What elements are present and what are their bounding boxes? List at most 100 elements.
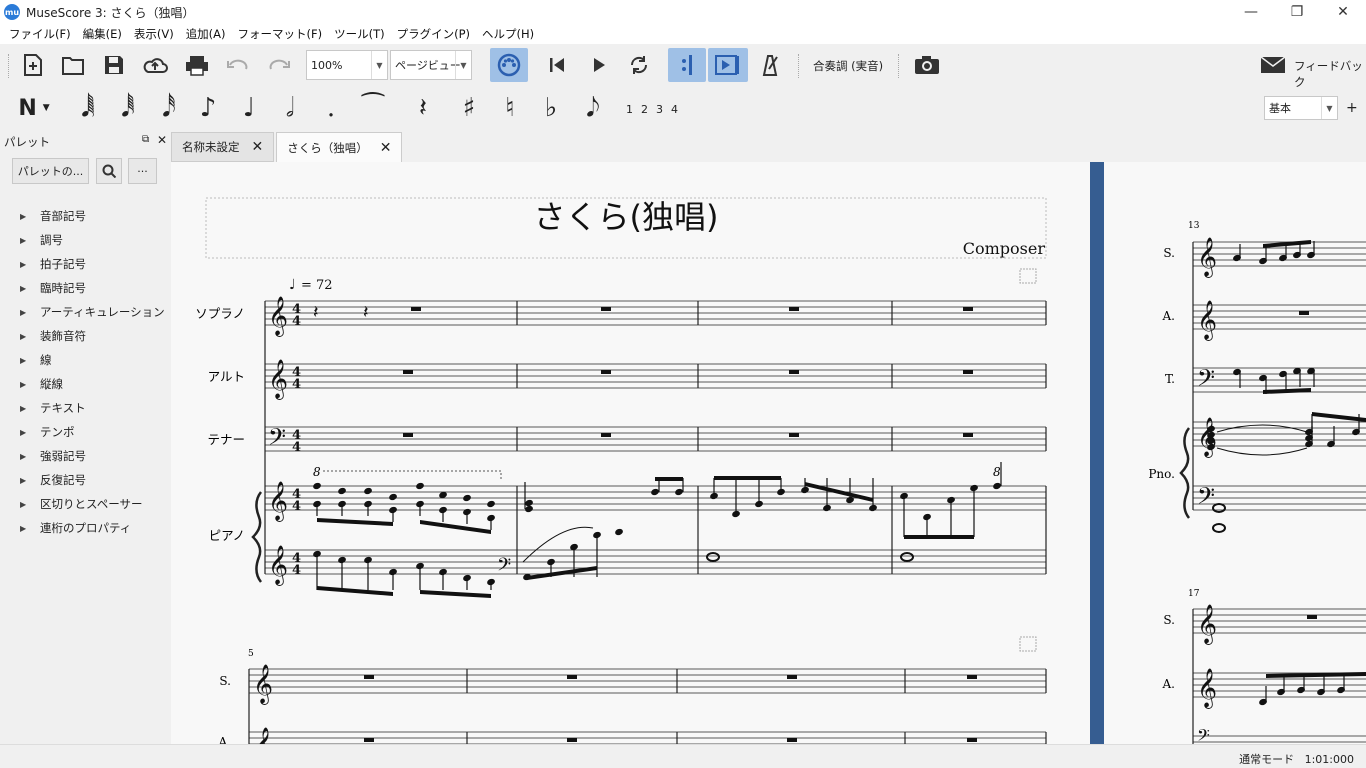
instrument-soprano[interactable]: ソプラノ: [195, 306, 245, 321]
instrument-piano[interactable]: ピアノ: [209, 528, 245, 543]
menu-edit[interactable]: 編集(E): [77, 26, 128, 42]
note-input-mode-icon[interactable]: N ▼: [16, 88, 52, 128]
short-name-a[interactable]: A.: [218, 735, 231, 744]
play-icon[interactable]: [582, 48, 616, 82]
close-button[interactable]: ✕: [1320, 0, 1366, 24]
voice-4-button[interactable]: 4: [671, 103, 686, 116]
quarter-note-icon[interactable]: ♩: [231, 88, 267, 128]
menu-help[interactable]: ヘルプ(H): [476, 26, 540, 42]
quarter-rest: 𝄽: [363, 302, 369, 323]
palette-item[interactable]: ▶ 連桁のプロパティ: [20, 516, 165, 540]
maximize-button[interactable]: ❐: [1274, 0, 1320, 24]
score-view[interactable]: さくら(独唱) Composer ♩ = 72 ソプラノ アルト テナー ピアノ…: [171, 162, 1366, 744]
eighth-note-icon[interactable]: ♪: [190, 88, 226, 128]
feedback-button[interactable]: フィードバック: [1294, 58, 1366, 90]
close-icon[interactable]: ✕: [380, 140, 392, 156]
menu-tools[interactable]: ツール(T): [328, 26, 391, 42]
menu-format[interactable]: フォーマット(F): [232, 26, 329, 42]
flip-direction-icon[interactable]: 𝅘𝅥𝅮: [575, 88, 611, 128]
more-palettes-button[interactable]: パレットの...: [12, 158, 89, 184]
zoom-select[interactable]: 100% ▼: [306, 50, 388, 80]
menu-plugins[interactable]: プラグイン(P): [391, 26, 476, 42]
32nd-note-icon[interactable]: 𝅘𝅥𝅱: [110, 88, 146, 128]
16th-note-icon[interactable]: 𝅘𝅥𝅰: [151, 88, 187, 128]
ottava-mark[interactable]: 8: [993, 465, 1001, 479]
cloud-upload-icon[interactable]: [138, 48, 172, 82]
view-mode-select[interactable]: ページビュー ▼: [390, 50, 472, 80]
palette-item[interactable]: ▶ 音部記号: [20, 204, 165, 228]
instrument-alto[interactable]: アルト: [208, 369, 245, 384]
palette-menu-button[interactable]: ···: [128, 158, 157, 184]
undock-icon[interactable]: ⧉: [142, 134, 149, 145]
loop-icon[interactable]: [622, 48, 656, 82]
short-name-pno[interactable]: Pno.: [1148, 467, 1175, 481]
palette-item[interactable]: ▶ 区切りとスペーサー: [20, 492, 165, 516]
envelope-icon[interactable]: [1258, 48, 1288, 82]
palette-item[interactable]: ▶ テキスト: [20, 396, 165, 420]
short-name-s[interactable]: S.: [1163, 613, 1175, 627]
voice-1-button[interactable]: 1: [626, 103, 641, 116]
sharp-icon[interactable]: ♯: [451, 88, 487, 128]
voice-2-button[interactable]: 2: [641, 103, 656, 116]
pan-score-icon[interactable]: [708, 48, 748, 82]
midi-input-icon[interactable]: [490, 48, 528, 82]
short-name-t[interactable]: T.: [1165, 372, 1175, 386]
score-composer[interactable]: Composer: [963, 239, 1046, 258]
tempo-note-icon: ♩: [289, 277, 296, 293]
menu-file[interactable]: ファイル(F): [0, 26, 77, 42]
whole-rest: [789, 307, 799, 311]
undo-icon[interactable]: [221, 48, 255, 82]
augmentation-dot-icon[interactable]: .: [313, 88, 349, 128]
palette-item[interactable]: ▶ 装飾音符: [20, 324, 165, 348]
expand-icon: ▶: [20, 403, 27, 413]
close-icon[interactable]: ✕: [252, 139, 264, 155]
tempo-marking[interactable]: = 72: [301, 278, 333, 293]
close-icon[interactable]: ✕: [157, 133, 167, 147]
rewind-icon[interactable]: [540, 48, 574, 82]
whole-rest: [963, 370, 973, 374]
short-name-a[interactable]: A.: [1162, 677, 1175, 691]
short-name-a[interactable]: A.: [1162, 309, 1175, 323]
tab-untitled[interactable]: 名称未設定 ✕: [171, 132, 275, 162]
ottava-mark[interactable]: 8: [313, 465, 321, 479]
tie-icon[interactable]: ⁀: [355, 88, 391, 128]
palette-item[interactable]: ▶ アーティキュレーション: [20, 300, 165, 324]
print-icon[interactable]: [180, 48, 214, 82]
search-icon[interactable]: [96, 158, 122, 184]
tab-sakura[interactable]: さくら（独唱） ✕: [276, 132, 403, 162]
metronome-icon[interactable]: [752, 48, 786, 82]
rest-icon[interactable]: 𝄽: [405, 88, 441, 128]
new-file-icon[interactable]: [16, 48, 50, 82]
palette-item[interactable]: ▶ 線: [20, 348, 165, 372]
short-name-s[interactable]: S.: [219, 674, 231, 688]
half-note-icon[interactable]: 𝅗𝅥: [272, 88, 308, 128]
palette-item[interactable]: ▶ 縦線: [20, 372, 165, 396]
workspace-select[interactable]: 基本 ▼: [1264, 96, 1338, 120]
score-title[interactable]: さくら(独唱): [534, 198, 719, 236]
minimize-button[interactable]: —: [1228, 0, 1274, 24]
concert-pitch-toggle[interactable]: 合奏調 (実音): [813, 58, 883, 74]
time-signature: 4: [292, 377, 301, 392]
redo-icon[interactable]: [262, 48, 296, 82]
save-icon[interactable]: [97, 48, 131, 82]
treble-clef-icon: 𝄞: [253, 664, 273, 705]
repeat-playback-icon[interactable]: [668, 48, 706, 82]
palette-item[interactable]: ▶ 調号: [20, 228, 165, 252]
palette-item[interactable]: ▶ テンポ: [20, 420, 165, 444]
short-name-s[interactable]: S.: [1163, 246, 1175, 260]
open-folder-icon[interactable]: [56, 48, 90, 82]
natural-icon[interactable]: ♮: [492, 88, 528, 128]
palette-item[interactable]: ▶ 反復記号: [20, 468, 165, 492]
menu-view[interactable]: 表示(V): [128, 26, 180, 42]
voice-3-button[interactable]: 3: [656, 103, 671, 116]
palette-item[interactable]: ▶ 強弱記号: [20, 444, 165, 468]
camera-icon[interactable]: [910, 48, 944, 82]
palette-item[interactable]: ▶ 拍子記号: [20, 252, 165, 276]
add-workspace-button[interactable]: +: [1346, 100, 1358, 116]
flat-icon[interactable]: ♭: [533, 88, 569, 128]
64th-note-icon[interactable]: 𝅘𝅥𝅲: [70, 88, 106, 128]
palette-item[interactable]: ▶ 臨時記号: [20, 276, 165, 300]
score-canvas[interactable]: さくら(独唱) Composer ♩ = 72 ソプラノ アルト テナー ピアノ…: [171, 162, 1366, 744]
menu-add[interactable]: 追加(A): [180, 26, 232, 42]
instrument-tenor[interactable]: テナー: [207, 432, 245, 447]
